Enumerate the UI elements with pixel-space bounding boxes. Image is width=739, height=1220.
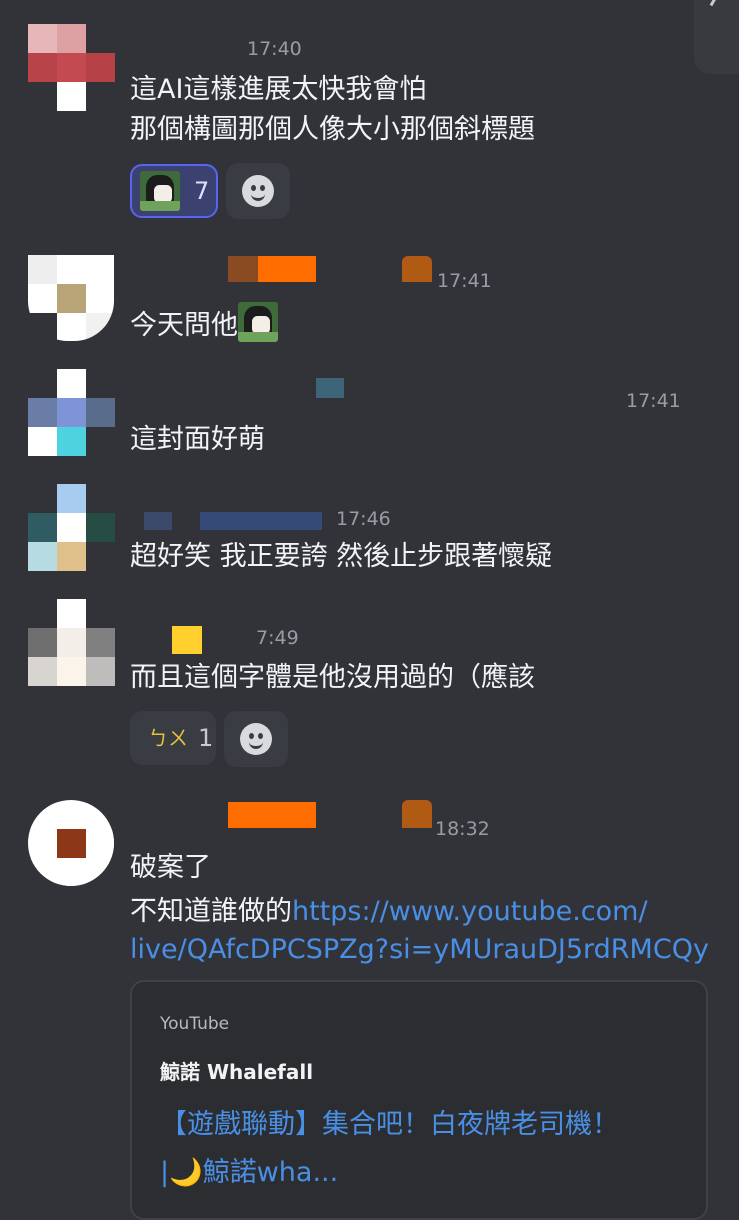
avatar[interactable] [28,24,115,111]
redacted-username [144,512,172,530]
embed-author[interactable]: 鯨諾 Whalefall [160,1056,313,1085]
add-reaction-button[interactable] [224,711,288,767]
smiley-icon [242,175,274,207]
message-text: 今天問他 [130,302,278,345]
avatar[interactable] [28,369,115,456]
anime-face-emoji-icon [140,171,180,211]
reaction-button[interactable]: ㄅㄨ 1 [130,711,216,765]
youtube-link[interactable]: live/QAfcDPCSPZg?si=yMUrauDJ5rdRMCQy [130,930,709,969]
timestamp: 18:32 [435,818,490,840]
redacted-tag [402,256,432,282]
reaction-count: 7 [194,177,210,205]
redacted-username [228,802,316,828]
redacted-username [172,626,202,654]
redacted-username [316,378,344,398]
embed-title[interactable]: 【遊戲聯動】集合吧！白夜牌老司機！ [160,1102,619,1141]
embed-provider: YouTube [160,1014,230,1034]
smiley-icon [240,723,272,755]
reaction-count: 1 [198,724,214,752]
redacted-username [228,256,258,282]
timestamp: 17:46 [336,508,391,530]
message-text: 超好笑 我正要誇 然後止步跟著懷疑 [130,541,553,572]
message-text: 那個構圖那個人像大小那個斜標題 [130,114,535,145]
anime-face-emoji-icon [238,302,278,342]
youtube-link[interactable]: https://www.youtube.com/ [292,896,648,927]
redacted-username [200,512,322,530]
jump-button[interactable] [694,0,739,74]
embed-title[interactable]: |🌙鯨諾wha... [160,1150,338,1189]
redacted-username [258,256,316,282]
avatar[interactable] [28,255,114,341]
avatar[interactable] [28,800,114,886]
avatar[interactable] [28,484,115,571]
custom-emoji-icon: ㄅㄨ [148,726,188,750]
timestamp: 17:41 [437,270,492,292]
reaction-button[interactable]: 7 [130,164,218,218]
message-text: 不知道誰做的https://www.youtube.com/ [130,896,648,927]
add-reaction-button[interactable] [226,163,290,219]
timestamp: 17:40 [247,38,302,60]
avatar[interactable] [28,599,115,686]
message-text: 而且這個字體是他沒用過的（應該 [130,662,535,693]
message-text: 這AI這樣進展太快我會怕 [130,74,427,105]
timestamp: 7:49 [256,627,299,649]
timestamp: 17:41 [626,390,681,412]
redacted-tag [402,800,432,828]
message-text: 這封面好萌 [130,424,265,455]
message-text: 破案了 [130,852,211,883]
link-embed[interactable]: YouTube 鯨諾 Whalefall 【遊戲聯動】集合吧！白夜牌老司機！ |… [130,980,708,1220]
